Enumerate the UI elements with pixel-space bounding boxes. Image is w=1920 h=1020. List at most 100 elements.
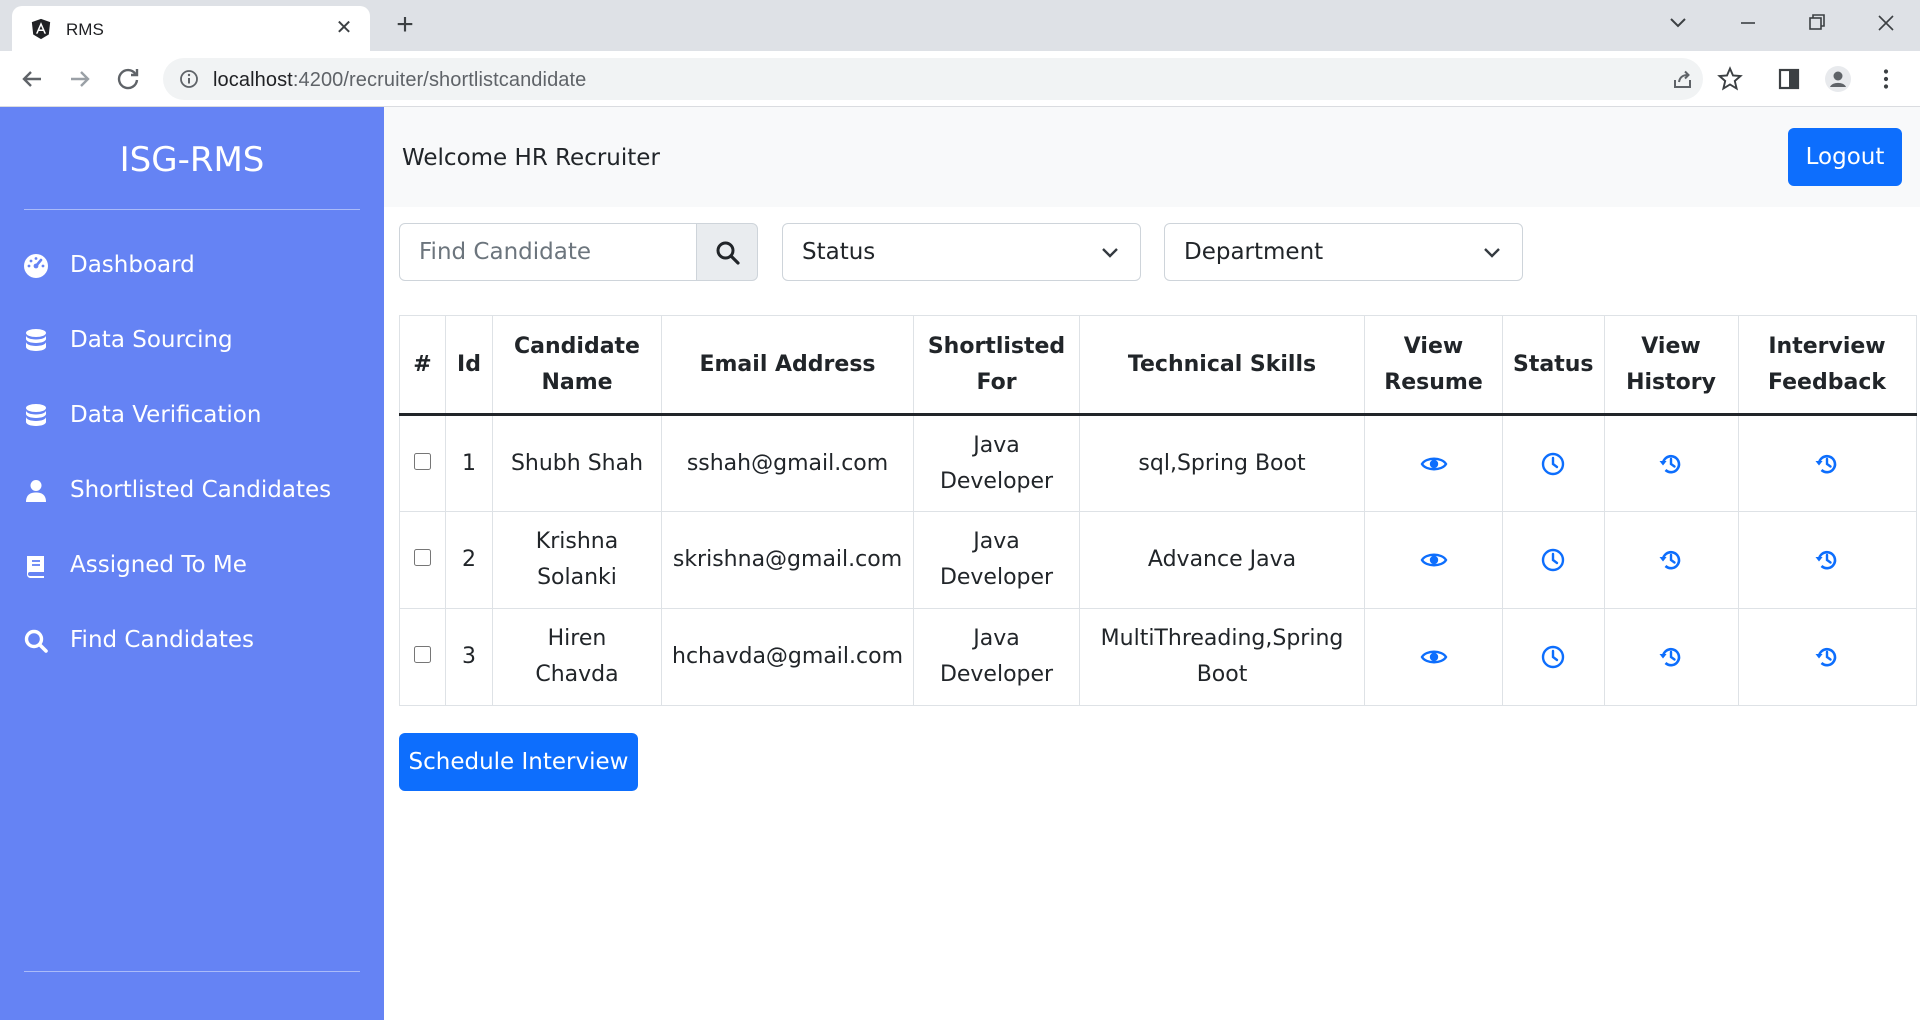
status-cell — [1502, 608, 1605, 706]
history-icon[interactable] — [1658, 451, 1684, 477]
sidebar-item-label: Find Candidates — [70, 627, 254, 653]
view-history-cell — [1603, 608, 1739, 706]
eye-icon[interactable] — [1420, 643, 1448, 671]
select-cell — [399, 414, 446, 512]
view-resume-cell — [1364, 511, 1504, 609]
tab-search-chevron-icon[interactable] — [1660, 8, 1696, 38]
browser-menu-icon[interactable] — [1872, 65, 1900, 93]
brand-title: ISG-RMS — [119, 140, 265, 180]
database-icon — [26, 404, 46, 426]
sidebar-item-find-candidates[interactable]: Find Candidates — [0, 613, 384, 669]
profile-avatar-icon[interactable] — [1824, 65, 1852, 93]
status-cell — [1502, 511, 1605, 609]
table-row: 2 Krishna Solanki skrishna@gmail.com Jav… — [399, 511, 1917, 609]
forward-icon[interactable] — [64, 63, 96, 95]
shortlisted-for-cell: Java Developer — [913, 608, 1081, 706]
col-header-id: Id — [445, 315, 493, 416]
row-select-checkbox[interactable] — [414, 549, 431, 566]
sidebar: ISG-RMS Dashboard Data Sourcing Data Ver… — [0, 107, 384, 1020]
technical-skills-cell: MultiThreading,Spring Boot — [1079, 608, 1366, 706]
logout-button[interactable]: Logout — [1788, 128, 1902, 186]
status-cell — [1502, 414, 1605, 512]
side-panel-icon[interactable] — [1775, 65, 1803, 93]
col-header-candidate-name: Candidate Name — [492, 315, 662, 416]
sidebar-item-shortlisted-candidates[interactable]: Shortlisted Candidates — [0, 463, 384, 519]
email-cell: skrishna@gmail.com — [660, 511, 915, 609]
main-content: Welcome HR Recruiter Logout Status Depar… — [384, 107, 1920, 1020]
eye-icon[interactable] — [1420, 546, 1448, 574]
col-header-select: # — [399, 315, 446, 416]
col-header-view-history: View History — [1603, 315, 1739, 416]
sidebar-item-data-verification[interactable]: Data Verification — [0, 388, 384, 444]
reload-icon[interactable] — [112, 63, 144, 95]
search-icon — [716, 241, 740, 265]
row-select-checkbox[interactable] — [414, 646, 431, 663]
browser-tabstrip: RMS ✕ + — [0, 0, 1920, 51]
user-icon — [26, 480, 46, 502]
select-cell — [399, 511, 446, 609]
sidebar-item-label: Dashboard — [70, 252, 195, 278]
candidate-name-cell: Shubh Shah — [492, 414, 662, 512]
close-tab-icon[interactable]: ✕ — [332, 16, 356, 40]
schedule-interview-button[interactable]: Schedule Interview — [399, 733, 638, 791]
browser-tab[interactable]: RMS ✕ — [12, 6, 370, 51]
search-button[interactable] — [696, 223, 758, 281]
back-icon[interactable] — [16, 63, 48, 95]
technical-skills-cell: sql,Spring Boot — [1079, 414, 1366, 512]
candidate-name-cell: Krishna Solanki — [492, 511, 662, 609]
interview-feedback-cell — [1737, 608, 1917, 706]
history-icon[interactable] — [1814, 644, 1840, 670]
restore-icon[interactable] — [1798, 8, 1834, 38]
history-icon[interactable] — [1658, 547, 1684, 573]
id-cell: 2 — [445, 511, 493, 609]
url-text: localhost:4200/recruiter/shortlistcandid… — [213, 69, 587, 91]
view-history-cell — [1603, 414, 1739, 512]
sidebar-item-dashboard[interactable]: Dashboard — [0, 238, 384, 294]
new-tab-icon[interactable]: + — [390, 10, 420, 41]
department-select-value: Department — [1184, 239, 1324, 265]
sidebar-item-assigned-to-me[interactable]: Assigned To Me — [0, 538, 384, 594]
eye-icon[interactable] — [1420, 450, 1448, 478]
interview-feedback-cell — [1737, 414, 1917, 512]
clock-icon[interactable] — [1540, 547, 1566, 573]
department-select[interactable]: Department — [1164, 223, 1523, 281]
view-resume-cell — [1364, 608, 1504, 706]
shortlisted-for-cell: Java Developer — [913, 511, 1081, 609]
candidate-name-cell: Hiren Chavda — [492, 608, 662, 706]
history-icon[interactable] — [1814, 451, 1840, 477]
top-header: Welcome HR Recruiter Logout — [384, 107, 1920, 207]
info-icon[interactable] — [179, 69, 199, 89]
tab-title: RMS — [66, 20, 104, 39]
bookmark-star-icon[interactable] — [1716, 65, 1744, 93]
close-window-icon[interactable] — [1868, 8, 1904, 38]
status-select[interactable]: Status — [782, 223, 1141, 281]
welcome-text: Welcome HR Recruiter — [402, 145, 660, 171]
sidebar-item-label: Shortlisted Candidates — [70, 477, 332, 503]
sidebar-item-label: Data Sourcing — [70, 327, 233, 353]
sidebar-item-data-sourcing[interactable]: Data Sourcing — [0, 313, 384, 369]
sidebar-item-label: Data Verification — [70, 402, 262, 428]
sidebar-divider — [24, 209, 360, 210]
history-icon[interactable] — [1658, 644, 1684, 670]
search-icon — [24, 629, 48, 653]
chevron-down-icon — [1102, 248, 1118, 258]
address-bar[interactable]: localhost:4200/recruiter/shortlistcandid… — [163, 58, 1703, 100]
col-header-interview-feedback: Interview Feedback — [1737, 315, 1917, 416]
find-candidate-input[interactable] — [399, 223, 697, 281]
share-icon[interactable] — [1671, 67, 1695, 91]
technical-skills-cell: Advance Java — [1079, 511, 1366, 609]
chevron-down-icon — [1484, 248, 1500, 258]
row-select-checkbox[interactable] — [414, 452, 431, 470]
view-resume-cell — [1364, 414, 1504, 512]
history-icon[interactable] — [1814, 547, 1840, 573]
clock-icon[interactable] — [1540, 451, 1566, 477]
sidebar-item-label: Assigned To Me — [70, 552, 247, 578]
minimize-icon[interactable] — [1730, 8, 1766, 38]
select-cell — [399, 608, 446, 706]
col-header-status: Status — [1502, 315, 1605, 416]
clock-icon[interactable] — [1540, 644, 1566, 670]
id-cell: 3 — [445, 608, 493, 706]
browser-toolbar: localhost:4200/recruiter/shortlistcandid… — [0, 51, 1920, 107]
sidebar-divider — [24, 971, 360, 972]
shortlisted-candidates-table: # Id Candidate Name Email Address Shortl… — [399, 315, 1917, 706]
